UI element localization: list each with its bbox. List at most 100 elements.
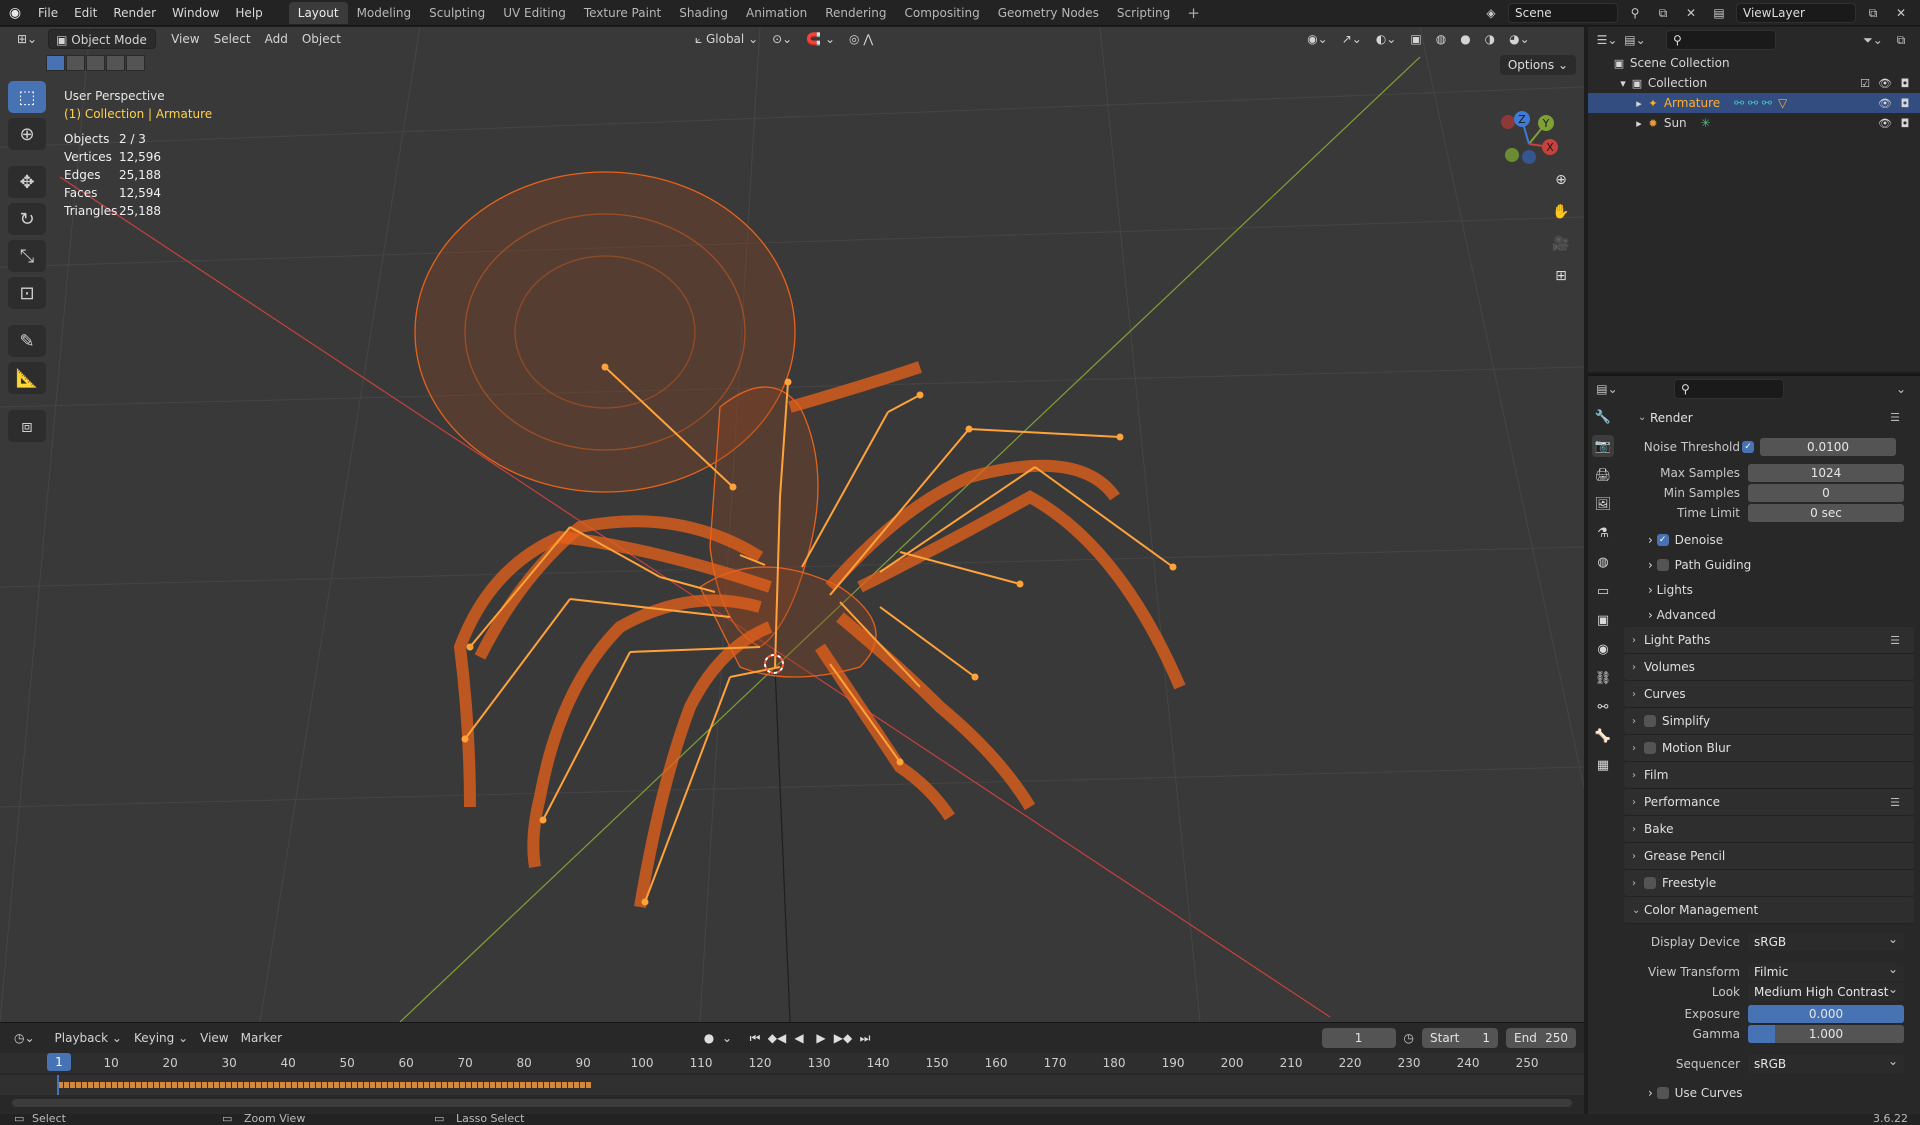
camera-icon[interactable]: ◘ [1898,117,1912,130]
checkbox-icon[interactable]: ☑ [1858,77,1872,90]
jump-start-icon[interactable]: ⏮ [746,1028,764,1048]
panel-freestyle[interactable]: › Freestyle [1624,870,1914,897]
noise-threshold-checkbox[interactable]: ✓ [1742,441,1754,453]
camera-icon[interactable]: ◘ [1898,97,1912,110]
jump-keyframe-back-icon[interactable]: ◆◀ [768,1028,786,1048]
panel-film[interactable]: › Film [1624,762,1914,789]
panel-render[interactable]: ⌄ Render ☰ [1624,404,1914,431]
scale-tool-icon[interactable]: ⤡ [8,240,46,272]
tab-texture-paint[interactable]: Texture Paint [575,2,670,24]
menu-window[interactable]: Window [164,0,227,26]
shading-rendered-icon[interactable]: ◕⌄ [1502,29,1537,49]
snap-icon[interactable]: 🧲 ⌄ [799,29,842,49]
timeline-ruler[interactable]: 10 20 30 40 50 60 70 80 90 100 110 120 130 140 150 160 1… [0,1053,1584,1073]
keyframe-track[interactable] [0,1075,1584,1095]
scene-tab-icon[interactable]: ⚗ [1592,522,1614,544]
bone-tab-icon[interactable]: 🦴 [1592,725,1614,747]
path-guiding-checkbox[interactable] [1656,558,1669,571]
timeline-menu-view[interactable]: View [194,1028,234,1048]
timeline-editor-type-icon[interactable]: ◷⌄ [8,1028,41,1048]
current-frame-field[interactable]: 1 [1321,1028,1396,1048]
sequencer-dropdown[interactable]: sRGB [1748,1052,1904,1073]
outliner-row-sun[interactable]: ▸ ✹ Sun ✳ 👁 ◘ [1588,113,1920,133]
panel-light-paths[interactable]: › Light Paths ☰ [1624,627,1914,654]
collection-tab-icon[interactable]: ▭ [1592,580,1614,602]
outliner-row-collection[interactable]: ▾ ▣ Collection ☑ 👁 ◘ [1588,73,1920,93]
pivot-icon[interactable]: ⊙⌄ [765,29,799,49]
shading-wireframe-icon[interactable]: ◍ [1429,29,1453,49]
tab-animation[interactable]: Animation [737,2,816,24]
camera-icon[interactable]: 🎥 [1548,231,1574,257]
scene-selector-icon[interactable]: ◈ [1480,3,1502,23]
scene-field[interactable]: Scene [1508,3,1618,23]
tab-layout[interactable]: Layout [288,1,348,24]
perspective-grid-icon[interactable]: ⊞ [1548,263,1574,289]
timeline-scrollbar[interactable] [12,1099,1572,1107]
simplify-checkbox[interactable] [1644,715,1656,727]
panel-curves[interactable]: › Curves [1624,681,1914,708]
jump-keyframe-forward-icon[interactable]: ▶◆ [834,1028,852,1048]
view-layer-icon[interactable]: ▤ [1708,3,1730,23]
view-layer-tab-icon[interactable]: 🖼 [1592,493,1614,515]
tab-geometry-nodes[interactable]: Geometry Nodes [989,2,1108,24]
filter-icon[interactable]: ⏷⌄ [1862,30,1884,50]
play-reverse-icon[interactable]: ◀ [790,1028,808,1048]
tab-rendering[interactable]: Rendering [816,2,895,24]
visibility-icon[interactable]: ◉⌄ [1300,29,1335,49]
annotate-tool-icon[interactable]: ✎ [8,325,46,357]
noise-threshold-field[interactable]: 0.0100 [1760,438,1896,456]
viewport-menu-object[interactable]: Object [295,29,348,49]
output-tab-icon[interactable]: 🖨 [1592,464,1614,486]
pin-icon[interactable]: ⚲ [1624,3,1646,23]
timeline-menu-keying[interactable]: Keying ⌄ [128,1028,194,1048]
texture-tab-icon[interactable]: ▦ [1592,754,1614,776]
mode-dropdown[interactable]: ▣ Object Mode ⌄ [48,29,157,67]
subpanel-path-guiding[interactable]: › Path Guiding [1624,552,1914,577]
3d-viewport[interactable]: ⊞⌄ ▣ Object Mode ⌄ View Select Add Objec… [0,27,1584,1022]
new-view-layer-icon[interactable]: ⧉ [1862,3,1884,23]
shading-solid-icon[interactable]: ● [1453,29,1477,49]
list-menu-icon[interactable]: ☰ [1890,411,1900,424]
panel-motion-blur[interactable]: › Motion Blur [1624,735,1914,762]
outliner-search-input[interactable]: ⚲ [1666,30,1776,50]
xray-icon[interactable]: ▣ [1403,29,1428,49]
add-cube-tool-icon[interactable]: ⧈ [8,410,46,442]
outliner-row-scene-collection[interactable]: ▣ Scene Collection [1588,53,1920,73]
list-menu-icon[interactable]: ☰ [1890,634,1900,647]
select-new-icon[interactable] [46,55,65,71]
menu-render[interactable]: Render [105,0,164,26]
blender-logo-icon[interactable]: ◉ [0,0,30,26]
new-scene-icon[interactable]: ⧉ [1652,3,1674,23]
spider-mesh[interactable] [414,171,1186,908]
record-options-icon[interactable]: ⌄ [722,1028,732,1048]
overlay-toggle-icon[interactable]: ◐⌄ [1369,29,1404,49]
properties-search-input[interactable]: ⚲ [1674,379,1784,399]
viewport-menu-view[interactable]: View [164,29,206,49]
view-transform-dropdown[interactable]: Filmic [1748,960,1904,981]
select-subtract-icon[interactable] [86,55,105,71]
tab-shading[interactable]: Shading [670,2,737,24]
menu-help[interactable]: Help [227,0,270,26]
expand-right-icon[interactable]: ▸ [1632,97,1646,110]
denoise-checkbox[interactable]: ✓ [1656,533,1669,546]
rotate-tool-icon[interactable]: ↻ [8,203,46,235]
new-collection-icon[interactable]: ⧉ [1890,30,1912,50]
outliner-row-armature[interactable]: ▸ ✦ Armature ⚯ ⚯ ⚯ ▽ 👁 ◘ [1588,93,1920,113]
panel-performance[interactable]: › Performance ☰ [1624,789,1914,816]
use-curves-checkbox[interactable] [1656,1086,1669,1099]
gizmo-toggle-icon[interactable]: ↗⌄ [1335,29,1369,49]
viewport-menu-select[interactable]: Select [207,29,258,49]
look-dropdown[interactable]: Medium High Contrast [1748,980,1904,1001]
subpanel-denoise[interactable]: › ✓ Denoise [1624,527,1914,552]
world-tab-icon[interactable]: ◍ [1592,551,1614,573]
select-box-tool-icon[interactable]: ⬚ [8,81,46,113]
min-samples-field[interactable]: 0 [1748,484,1904,502]
transform-orientation-dropdown[interactable]: ⟀ Global ⌄ [688,29,765,49]
tab-modeling[interactable]: Modeling [348,2,421,24]
panel-bake[interactable]: › Bake [1624,816,1914,843]
start-frame-field[interactable]: Start 1 [1422,1028,1498,1048]
timeline-menu-playback[interactable]: Playback ⌄ [49,1028,128,1048]
tab-compositing[interactable]: Compositing [895,2,988,24]
expand-down-icon[interactable]: ▾ [1616,77,1630,90]
subpanel-use-curves[interactable]: › Use Curves [1624,1080,1914,1105]
